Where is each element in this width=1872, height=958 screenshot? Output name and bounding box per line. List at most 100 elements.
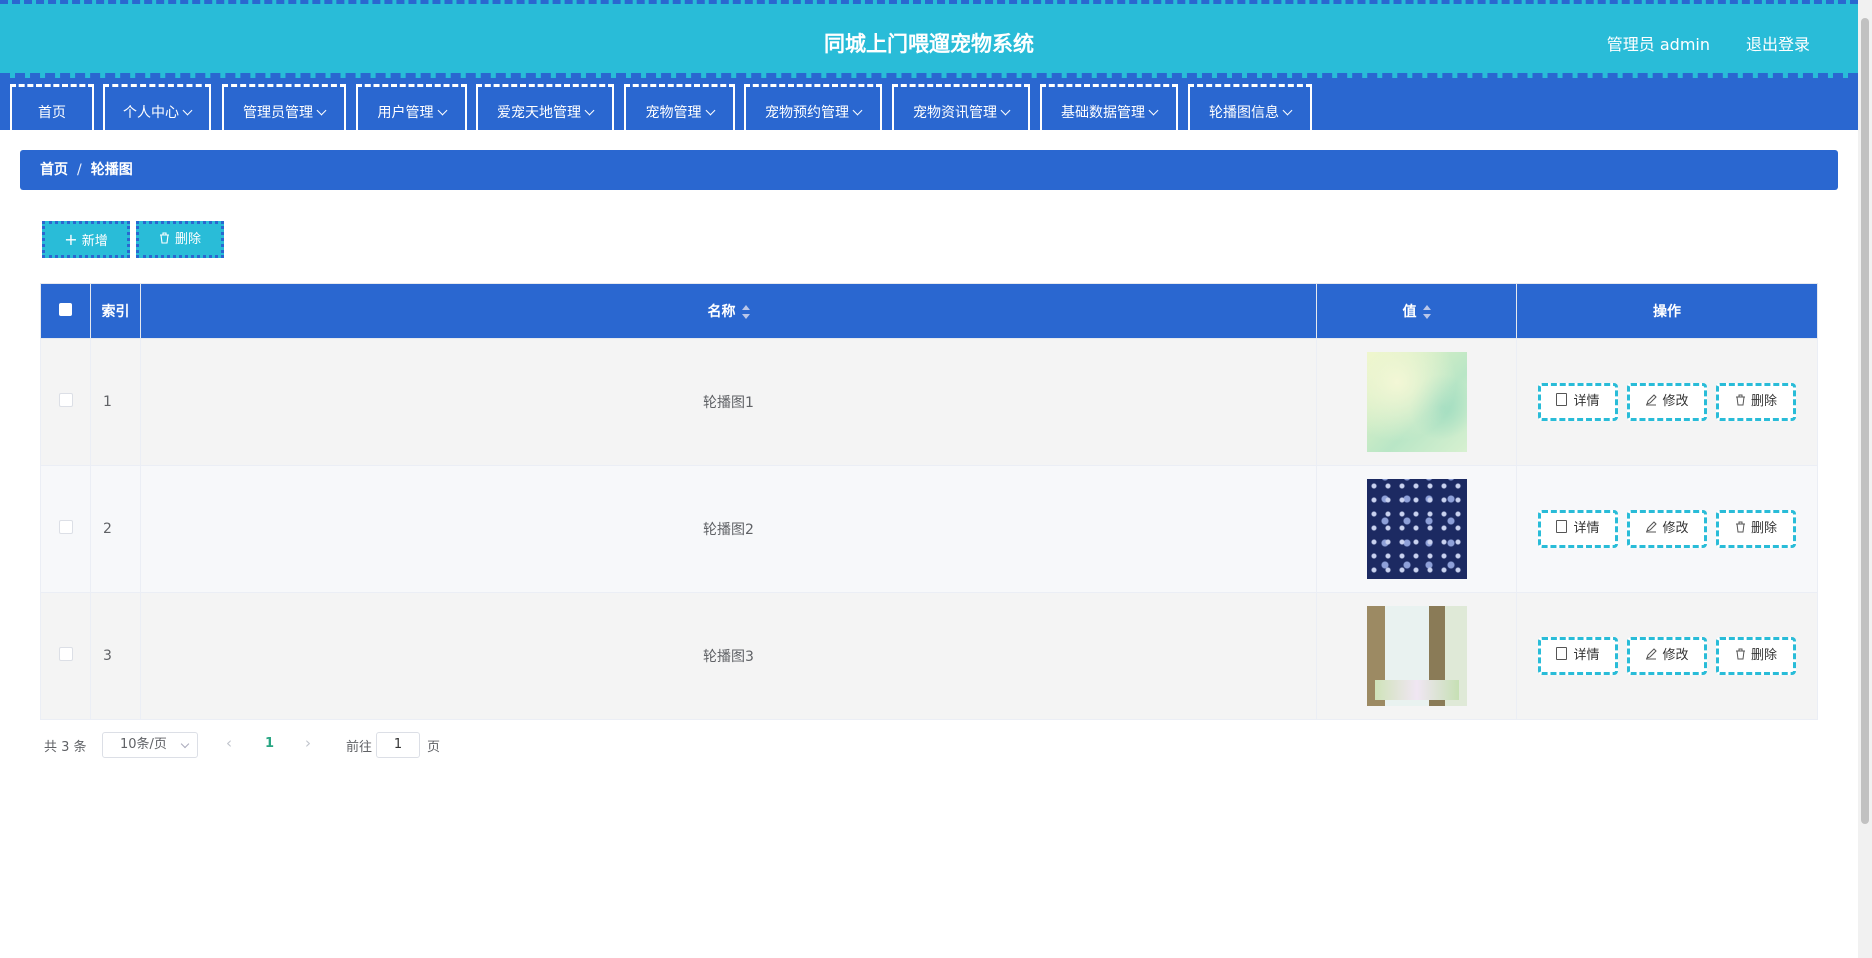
chevron-down-icon [182,105,193,116]
nav-item-user-management[interactable]: 用户管理 [356,84,467,130]
row-index: 2 [90,465,141,593]
delete-button[interactable]: 删除 [1716,637,1796,675]
table-row: 2 轮播图2 详情 修改 删除 [40,465,1818,593]
page-number-current[interactable]: 1 [265,736,274,751]
chevron-down-icon [705,105,715,116]
nav-item-label: 宠物管理 [645,105,702,121]
nav-item-label: 宠物预约管理 [765,105,849,121]
nav-item-label: 宠物资讯管理 [913,105,997,121]
delete-button-label: 删除 [1750,394,1777,409]
document-icon [1556,520,1568,533]
app-title: 同城上门喂遛宠物系统 [824,32,1034,56]
nav-item-label: 爱宠天地管理 [497,105,581,121]
nav-item-pet-management[interactable]: 宠物管理 [624,84,735,130]
row-actions: 详情 修改 删除 [1516,592,1818,720]
row-index: 3 [90,592,141,720]
sort-icon[interactable] [1422,305,1431,319]
carousel-image-thumbnail[interactable] [1366,479,1467,579]
row-value-cell [1316,465,1517,593]
row-index: 1 [90,338,141,466]
edit-button-label: 修改 [1662,521,1689,536]
detail-button[interactable]: 详情 [1538,383,1618,421]
bulk-delete-button[interactable]: 删除 [136,221,224,258]
column-header-name[interactable]: 名称 [140,283,1317,339]
table-row: 1 轮播图1 详情 修改 删除 [40,338,1818,466]
pencil-icon [1646,648,1658,660]
column-header-value[interactable]: 值 [1316,283,1517,339]
pagination-total: 共 3 条 [44,740,87,755]
column-header-actions: 操作 [1516,283,1818,339]
current-user: 管理员 admin [1606,35,1710,54]
sort-icon[interactable] [741,305,750,319]
nav-item-label: 基础数据管理 [1061,105,1145,121]
nav-item-pet-news-management[interactable]: 宠物资讯管理 [892,84,1030,130]
row-select-cell [40,592,91,720]
table-row: 3 轮播图3 详情 修改 删除 [40,592,1818,720]
page-size-select[interactable]: 10条/页 [102,732,198,758]
delete-button[interactable]: 删除 [1716,510,1796,548]
select-all-checkbox[interactable] [59,302,72,316]
nav-item-label: 轮播图信息 [1209,105,1279,121]
nav-item-admin-management[interactable]: 管理员管理 [222,84,346,130]
row-checkbox[interactable] [58,393,73,407]
delete-button-label: 删除 [1750,648,1777,663]
row-actions: 详情 修改 删除 [1516,338,1818,466]
carousel-image-thumbnail[interactable] [1366,606,1467,706]
row-checkbox[interactable] [58,520,73,534]
nav-item-carousel-info[interactable]: 轮播图信息 [1188,84,1312,130]
nav-item-label: 首页 [38,105,66,121]
edit-button[interactable]: 修改 [1627,383,1707,421]
nav-item-home[interactable]: 首页 [10,84,94,130]
detail-button[interactable]: 详情 [1538,510,1618,548]
top-header: 同城上门喂遛宠物系统 管理员 admin 退出登录 [0,0,1858,78]
row-value-cell [1316,338,1517,466]
prev-page-button[interactable]: ‹ [226,734,232,752]
trash-icon [1735,521,1745,533]
main-nav: 首页 个人中心 管理员管理 用户管理 爱宠天地管理 宠物管理 宠物预约管理 宠物… [0,78,1858,130]
row-select-cell [40,465,91,593]
delete-button[interactable]: 删除 [1716,383,1796,421]
carousel-image-thumbnail[interactable] [1366,352,1467,452]
row-name: 轮播图2 [140,465,1317,593]
scrollbar-thumb[interactable] [1861,18,1869,824]
document-icon [1556,647,1568,660]
nav-item-personal-center[interactable]: 个人中心 [103,84,211,130]
pencil-icon [1646,521,1658,533]
detail-button[interactable]: 详情 [1538,637,1618,675]
goto-page-input[interactable]: 1 [376,732,420,758]
row-name: 轮播图3 [140,592,1317,720]
detail-button-label: 详情 [1573,521,1600,536]
edit-button-label: 修改 [1662,394,1689,409]
nav-item-pet-world-management[interactable]: 爱宠天地管理 [476,84,614,130]
pencil-icon [1646,394,1658,406]
nav-item-label: 用户管理 [377,105,434,121]
next-page-button[interactable]: › [305,734,311,752]
chevron-down-icon [437,105,447,116]
breadcrumb-current: 轮播图 [90,162,133,178]
detail-button-label: 详情 [1573,394,1600,409]
nav-item-pet-booking-management[interactable]: 宠物预约管理 [744,84,882,130]
edit-button[interactable]: 修改 [1627,637,1707,675]
table-header-row: 索引 名称 值 操作 [40,283,1818,339]
nav-item-base-data-management[interactable]: 基础数据管理 [1040,84,1178,130]
nav-item-label: 管理员管理 [243,105,313,121]
chevron-down-icon [180,739,190,749]
column-header-name-label: 名称 [707,304,736,320]
plus-icon: + [64,230,78,249]
column-header-index: 索引 [90,283,141,339]
goto-label: 前往 [346,740,373,755]
chevron-down-icon [584,105,595,116]
chevron-down-icon [316,105,327,116]
edit-button-label: 修改 [1662,648,1689,663]
vertical-scrollbar[interactable] [1858,0,1872,958]
detail-button-label: 详情 [1573,648,1600,663]
row-checkbox[interactable] [58,647,73,661]
add-button-label: 新增 [81,234,108,249]
add-button[interactable]: + 新增 [42,221,130,258]
edit-button[interactable]: 修改 [1627,510,1707,548]
bulk-delete-button-label: 删除 [174,232,201,247]
row-actions: 详情 修改 删除 [1516,465,1818,593]
logout-link[interactable]: 退出登录 [1746,31,1810,55]
row-value-cell [1316,592,1517,720]
breadcrumb-home[interactable]: 首页 [40,162,68,178]
